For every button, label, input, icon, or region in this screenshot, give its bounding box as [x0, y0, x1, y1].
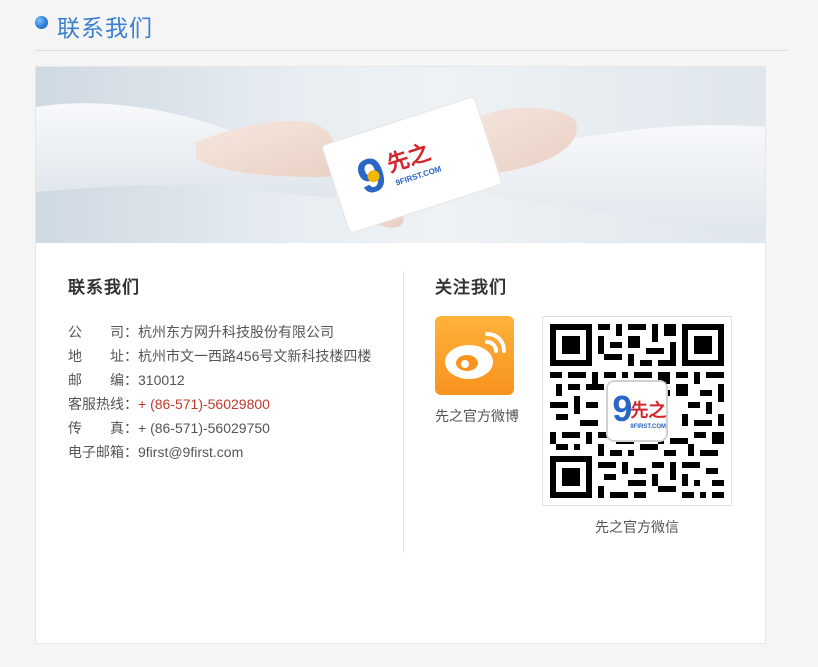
column-divider	[403, 271, 404, 553]
postcode-label: 邮 编：	[68, 372, 138, 388]
qr-logo-text: 先之	[630, 399, 666, 421]
info-row-address: 地 址：杭州市文一西路456号文新科技楼四楼	[68, 344, 408, 368]
weibo-icon	[445, 332, 506, 379]
fax-label: 传 真：	[68, 420, 138, 436]
weibo-button[interactable]	[435, 316, 514, 395]
wechat-qr-code: 9 先之 9FIRST.COM	[542, 316, 732, 506]
contact-section: 联系我们 公 司：杭州东方网升科技股份有限公司 地 址：杭州市文一西路456号文…	[68, 273, 408, 464]
info-row-company: 公 司：杭州东方网升科技股份有限公司	[68, 320, 408, 344]
contact-heading: 联系我们	[68, 278, 140, 297]
postcode-value: 310012	[138, 372, 185, 388]
info-row-email: 电子邮箱：9first@9first.com	[68, 440, 408, 464]
address-label: 地 址：	[68, 348, 138, 364]
hotline-value[interactable]: + (86-571)-56029800	[138, 396, 270, 412]
info-row-hotline: 客服热线：+ (86-571)-56029800	[68, 392, 408, 416]
follow-heading: 关注我们	[435, 278, 507, 297]
follow-section: 关注我们 先之官方微博 9 先之 9FIRST.COM 先之官方微信	[435, 273, 755, 535]
page-header: 联系我们	[35, 0, 787, 51]
contact-card: 9 先之 9FIRST.COM 联系我们 公 司：杭州东方网升科技股份有限公司 …	[35, 66, 766, 644]
qr-logo-subtext: 9FIRST.COM	[630, 424, 666, 430]
info-row-postcode: 邮 编：310012	[68, 368, 408, 392]
address-value: 杭州市文一西路456号文新科技楼四楼	[138, 348, 372, 364]
company-value: 杭州东方网升科技股份有限公司	[138, 324, 334, 340]
email-value[interactable]: 9first@9first.com	[138, 444, 243, 460]
company-label: 公 司：	[68, 324, 138, 340]
wechat-caption: 先之官方微信	[595, 519, 679, 535]
hotline-label: 客服热线：	[68, 396, 138, 412]
email-label: 电子邮箱：	[68, 444, 138, 460]
banner-image: 9 先之 9FIRST.COM	[36, 67, 765, 243]
fax-value: + (86-571)-56029750	[138, 420, 270, 436]
info-row-fax: 传 真：+ (86-571)-56029750	[68, 416, 408, 440]
weibo-caption: 先之官方微博	[435, 408, 519, 424]
page-title: 联系我们	[57, 15, 153, 41]
bullet-icon	[35, 16, 48, 29]
